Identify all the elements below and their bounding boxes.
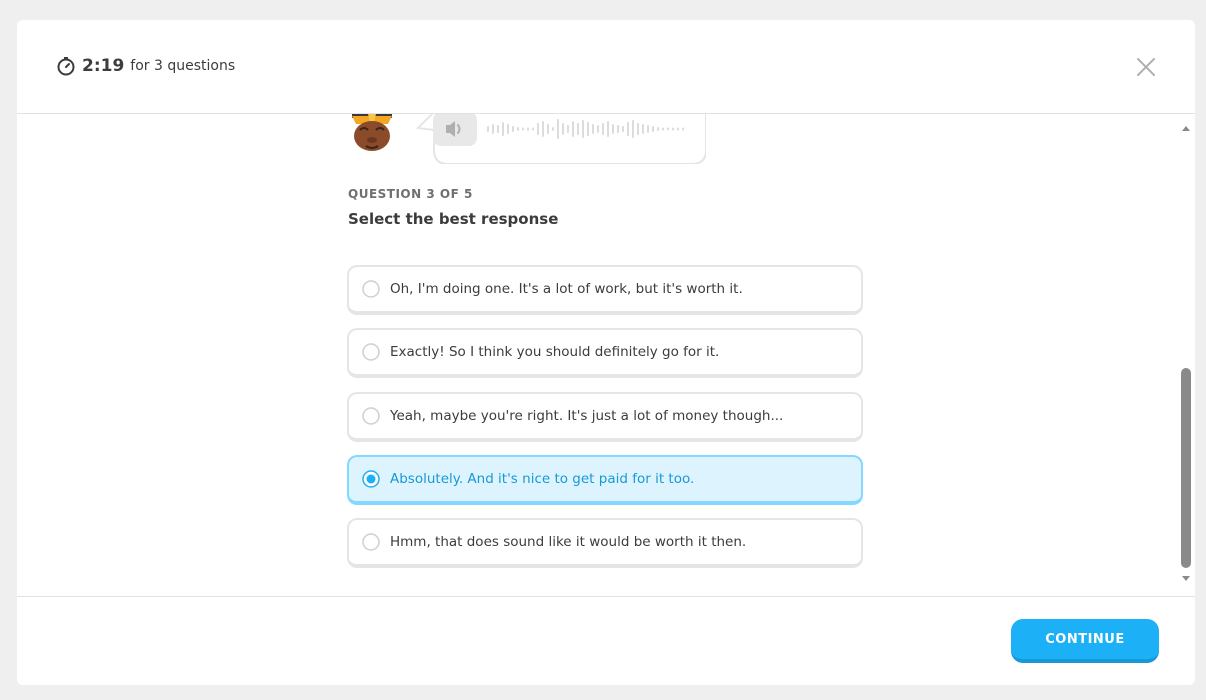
continue-button[interactable]: CONTINUE <box>1011 619 1159 663</box>
option-1[interactable]: Oh, I'm doing one. It's a lot of work, b… <box>347 265 863 315</box>
question-title: Select the best response <box>348 210 559 228</box>
radio-icon <box>362 343 380 361</box>
timer-time: 2:19 <box>82 56 125 76</box>
header: 2:19 for 3 questions <box>17 20 1195 114</box>
option-5[interactable]: Hmm, that does sound like it would be wo… <box>347 518 863 568</box>
option-label: Absolutely. And it's nice to get paid fo… <box>390 471 695 487</box>
scroll-thumb[interactable] <box>1181 368 1191 568</box>
speaker-icon <box>446 121 461 137</box>
scrollbar[interactable] <box>1177 114 1195 596</box>
radio-icon <box>362 533 380 551</box>
audio-play-button[interactable] <box>433 114 477 146</box>
question-panel: QUESTION 3 OF 5 Select the best response… <box>17 114 1195 596</box>
quiz-modal: 2:19 for 3 questions QUESTION 3 OF 5 Sel… <box>17 20 1195 685</box>
radio-icon <box>362 407 380 425</box>
option-label: Oh, I'm doing one. It's a lot of work, b… <box>390 281 743 297</box>
character-avatar <box>352 114 392 151</box>
radio-icon <box>362 280 380 298</box>
audio-waveform <box>487 119 684 139</box>
footer: CONTINUE <box>17 596 1195 685</box>
scroll-down-icon[interactable] <box>1181 574 1191 584</box>
radio-icon <box>362 470 380 488</box>
option-3[interactable]: Yeah, maybe you're right. It's just a lo… <box>347 392 863 442</box>
question-counter: QUESTION 3 OF 5 <box>348 187 473 201</box>
scroll-up-icon[interactable] <box>1181 123 1191 133</box>
option-label: Hmm, that does sound like it would be wo… <box>390 534 747 550</box>
option-2[interactable]: Exactly! So I think you should definitel… <box>347 328 863 378</box>
timer: 2:19 for 3 questions <box>56 56 235 76</box>
option-label: Exactly! So I think you should definitel… <box>390 344 720 360</box>
option-label: Yeah, maybe you're right. It's just a lo… <box>390 408 784 424</box>
timer-label: for 3 questions <box>130 58 236 74</box>
option-4[interactable]: Absolutely. And it's nice to get paid fo… <box>347 455 863 505</box>
stopwatch-icon <box>57 57 75 76</box>
close-icon[interactable] <box>1135 56 1157 78</box>
